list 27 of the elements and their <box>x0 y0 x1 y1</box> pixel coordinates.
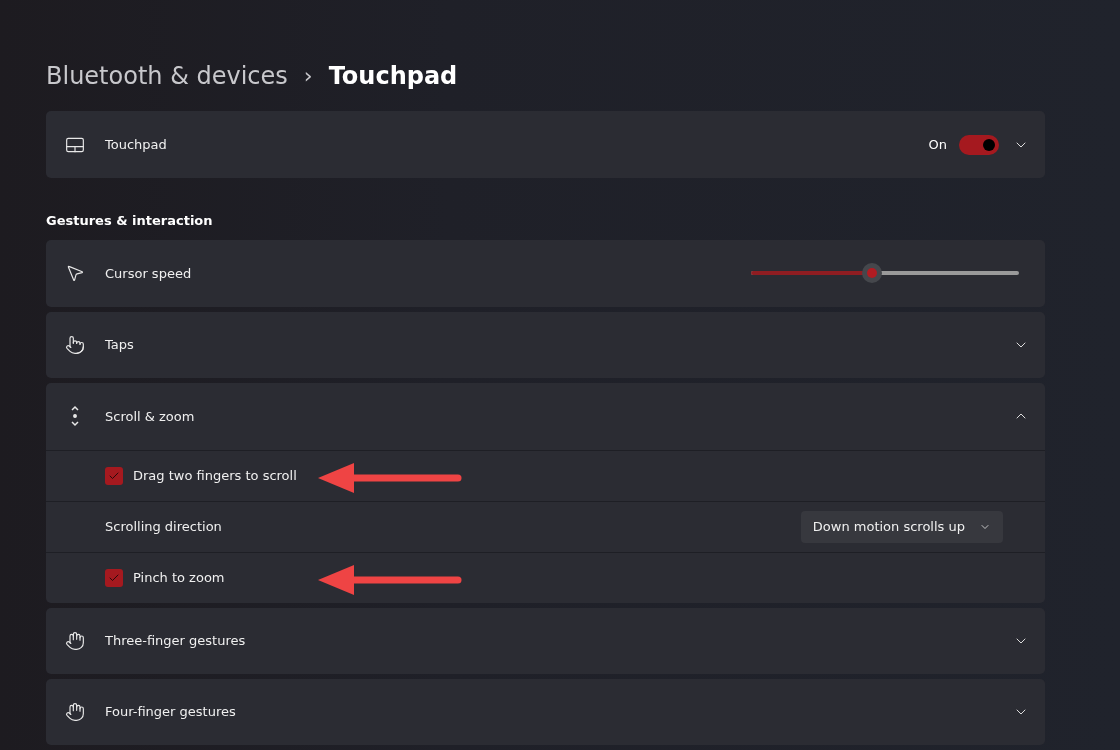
hand-icon <box>64 629 86 652</box>
setting-label: Taps <box>105 337 134 353</box>
touchpad-card[interactable]: Touchpad On <box>46 111 1045 178</box>
setting-label: Cursor speed <box>105 265 192 281</box>
checkbox[interactable] <box>105 466 123 485</box>
hand-icon <box>64 700 86 723</box>
setting-card[interactable]: Three-finger gestures <box>46 607 1045 674</box>
toggle-switch[interactable] <box>959 134 999 155</box>
checkbox-label: Pinch to zoom <box>133 570 225 586</box>
breadcrumb-separator: › <box>303 63 313 89</box>
tap-icon <box>64 333 86 356</box>
scroll-icon <box>70 405 80 428</box>
checkbox[interactable] <box>105 568 123 587</box>
setting-label: Scrolling direction <box>105 519 222 535</box>
toggle-state: On <box>928 137 947 153</box>
setting-label: Four-finger gestures <box>105 704 236 720</box>
section-heading: Gestures & interaction <box>46 212 214 230</box>
setting-card[interactable]: Four-finger gestures <box>46 678 1045 745</box>
dropdown[interactable]: Down motion scrolls up <box>800 510 1003 543</box>
setting-label: Touchpad <box>105 137 167 153</box>
slider-thumb[interactable] <box>861 263 882 284</box>
checkbox-label: Drag two fingers to scroll <box>133 468 297 484</box>
setting-card[interactable]: Taps <box>46 311 1045 378</box>
setting-label: Three-finger gestures <box>105 633 246 649</box>
page-title: Touchpad <box>328 61 458 90</box>
setting-label: Scroll & zoom <box>105 408 195 424</box>
breadcrumb-link[interactable]: Bluetooth & devices <box>46 61 288 90</box>
